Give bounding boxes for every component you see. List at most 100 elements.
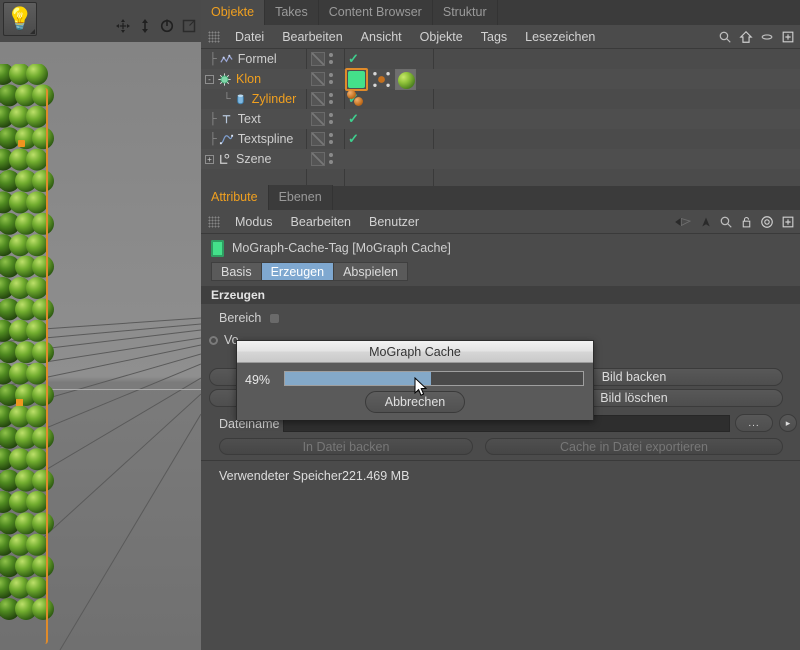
attribute-manager-menubar: Modus Bearbeiten Benutzer xyxy=(201,210,800,234)
target-icon[interactable] xyxy=(760,215,774,229)
property-row-vorschau: Vo xyxy=(209,330,239,350)
dateiname-arrow-button[interactable]: ▸ xyxy=(779,414,797,432)
tab-content-browser[interactable]: Content Browser xyxy=(318,0,433,25)
lightbulb-icon[interactable]: 💡 xyxy=(3,2,37,36)
history-back-icon[interactable] xyxy=(673,215,693,229)
memory-label: Verwendeter Speicher xyxy=(219,469,342,483)
memory-usage-row: Verwendeter Speicher 221.469 MB xyxy=(201,466,800,486)
tab-ebenen[interactable]: Ebenen xyxy=(268,185,333,210)
table-row[interactable]: ├ Textspline ✓ xyxy=(201,129,800,149)
menu-datei[interactable]: Datei xyxy=(226,25,273,49)
mograph-cache-tag-icon xyxy=(211,239,224,257)
radio-icon[interactable] xyxy=(209,335,218,345)
memory-value: 221.469 MB xyxy=(342,469,410,483)
scale-tool-icon[interactable] xyxy=(137,18,153,34)
dateiname-browse-button[interactable]: ... xyxy=(735,414,773,432)
add-box-icon[interactable] xyxy=(781,30,795,44)
object-label: Klon xyxy=(236,72,262,86)
cache-in-datei-exportieren-button[interactable]: Cache in Datei exportieren xyxy=(485,438,783,455)
object-label: Textspline xyxy=(237,132,294,146)
mograph-selection-dot-icon[interactable] xyxy=(354,97,363,106)
table-row[interactable]: └ Zylinder ✓ xyxy=(201,89,800,109)
menu-benutzer[interactable]: Benutzer xyxy=(360,210,428,234)
visibility-swatch[interactable] xyxy=(311,132,325,146)
axis-handle-icon[interactable] xyxy=(18,140,25,147)
frame-view-icon[interactable] xyxy=(181,18,197,34)
cloner-icon xyxy=(218,72,231,86)
enabled-check-icon[interactable]: ✓ xyxy=(348,111,359,127)
mouse-pointer xyxy=(414,377,428,396)
table-row[interactable]: ├ Formel ✓ xyxy=(201,49,800,69)
expander-icon[interactable]: + xyxy=(205,154,214,164)
search-icon[interactable] xyxy=(718,30,732,44)
attribute-object-title: MoGraph-Cache-Tag [MoGraph Cache] xyxy=(201,236,451,260)
object-label: Zylinder xyxy=(251,92,297,106)
tree-branch: └ xyxy=(223,93,231,105)
menu-ansicht[interactable]: Ansicht xyxy=(352,25,411,49)
spline-icon xyxy=(219,134,233,144)
attribute-manager-toolbar-icons xyxy=(673,210,795,234)
progress-bar-fill xyxy=(285,372,432,385)
mograph-cache-tag-icon[interactable] xyxy=(348,71,365,88)
drag-grip-icon[interactable] xyxy=(208,30,220,43)
visibility-swatch[interactable] xyxy=(311,52,325,66)
up-arrow-icon[interactable] xyxy=(700,215,712,229)
object-manager-menubar: Datei Bearbeiten Ansicht Objekte Tags Le… xyxy=(201,25,800,49)
object-label: Text xyxy=(237,112,261,126)
attribute-subtabs: Basis Erzeugen Abspielen xyxy=(211,262,408,281)
menu-bearbeiten[interactable]: Bearbeiten xyxy=(273,25,351,49)
visibility-swatch[interactable] xyxy=(311,112,325,126)
bereich-checkbox[interactable] xyxy=(269,312,281,324)
material-tag-icon[interactable] xyxy=(395,69,416,90)
tree-branch: ├ xyxy=(209,53,217,65)
section-header-erzeugen: Erzeugen xyxy=(201,286,800,304)
corner-triangle-icon xyxy=(30,29,35,34)
mograph-tag-icon[interactable] xyxy=(371,69,392,90)
cloner-object-spheres[interactable] xyxy=(0,63,70,644)
table-row[interactable]: ├ Text ✓ xyxy=(201,109,800,129)
menu-modus[interactable]: Modus xyxy=(226,210,282,234)
section-divider xyxy=(201,460,800,461)
expander-icon[interactable]: - xyxy=(205,74,214,84)
visibility-swatch[interactable] xyxy=(311,92,325,106)
menu-tags[interactable]: Tags xyxy=(472,25,516,49)
viewport-panel[interactable]: 💡 xyxy=(0,0,201,650)
tab-basis[interactable]: Basis xyxy=(211,262,261,281)
move-tool-icon[interactable] xyxy=(115,18,131,34)
enabled-check-icon[interactable]: ✓ xyxy=(348,131,359,147)
viewport-scene[interactable] xyxy=(0,42,201,650)
property-row-bereich: Bereich xyxy=(219,308,281,328)
enabled-check-icon[interactable]: ✓ xyxy=(348,51,359,67)
in-datei-backen-button[interactable]: In Datei backen xyxy=(219,438,473,455)
rotate-tool-icon[interactable] xyxy=(159,18,175,34)
search-icon[interactable] xyxy=(719,215,733,229)
lightbulb-glyph: 💡 xyxy=(6,6,34,31)
visibility-swatch[interactable] xyxy=(311,152,325,166)
object-tree[interactable]: ├ Formel ✓ - Klon └ Zylinder ├ Text ✓ ├ … xyxy=(201,49,800,186)
add-box-icon[interactable] xyxy=(781,215,795,229)
tab-struktur[interactable]: Struktur xyxy=(432,0,498,25)
eye-icon[interactable] xyxy=(760,30,774,44)
menu-lesezeichen[interactable]: Lesezeichen xyxy=(516,25,604,49)
object-manager-tabs: Objekte Takes Content Browser Struktur xyxy=(201,0,800,25)
progress-percent-label: 49% xyxy=(245,373,271,387)
tab-erzeugen[interactable]: Erzeugen xyxy=(260,262,334,281)
selection-outline xyxy=(26,88,48,644)
tree-branch: ├ xyxy=(209,133,217,145)
dialog-title: MoGraph Cache xyxy=(237,341,593,363)
home-icon[interactable] xyxy=(739,30,753,44)
drag-grip-icon[interactable] xyxy=(208,215,220,228)
tab-takes[interactable]: Takes xyxy=(265,0,319,25)
lock-icon[interactable] xyxy=(740,215,753,229)
visibility-swatch[interactable] xyxy=(311,72,325,86)
attribute-manager-tabs: Attribute Ebenen xyxy=(201,185,800,210)
menu-objekte[interactable]: Objekte xyxy=(411,25,472,49)
tab-objekte[interactable]: Objekte xyxy=(201,0,266,25)
table-row[interactable]: - Klon ✓ xyxy=(201,68,800,91)
table-row[interactable]: + Szene xyxy=(201,149,800,169)
bereich-label: Bereich xyxy=(219,311,262,325)
tab-abspielen[interactable]: Abspielen xyxy=(333,262,408,281)
viewport-toolbar: 💡 xyxy=(0,0,201,42)
tab-attribute[interactable]: Attribute xyxy=(201,185,269,210)
menu-bearbeiten[interactable]: Bearbeiten xyxy=(282,210,360,234)
